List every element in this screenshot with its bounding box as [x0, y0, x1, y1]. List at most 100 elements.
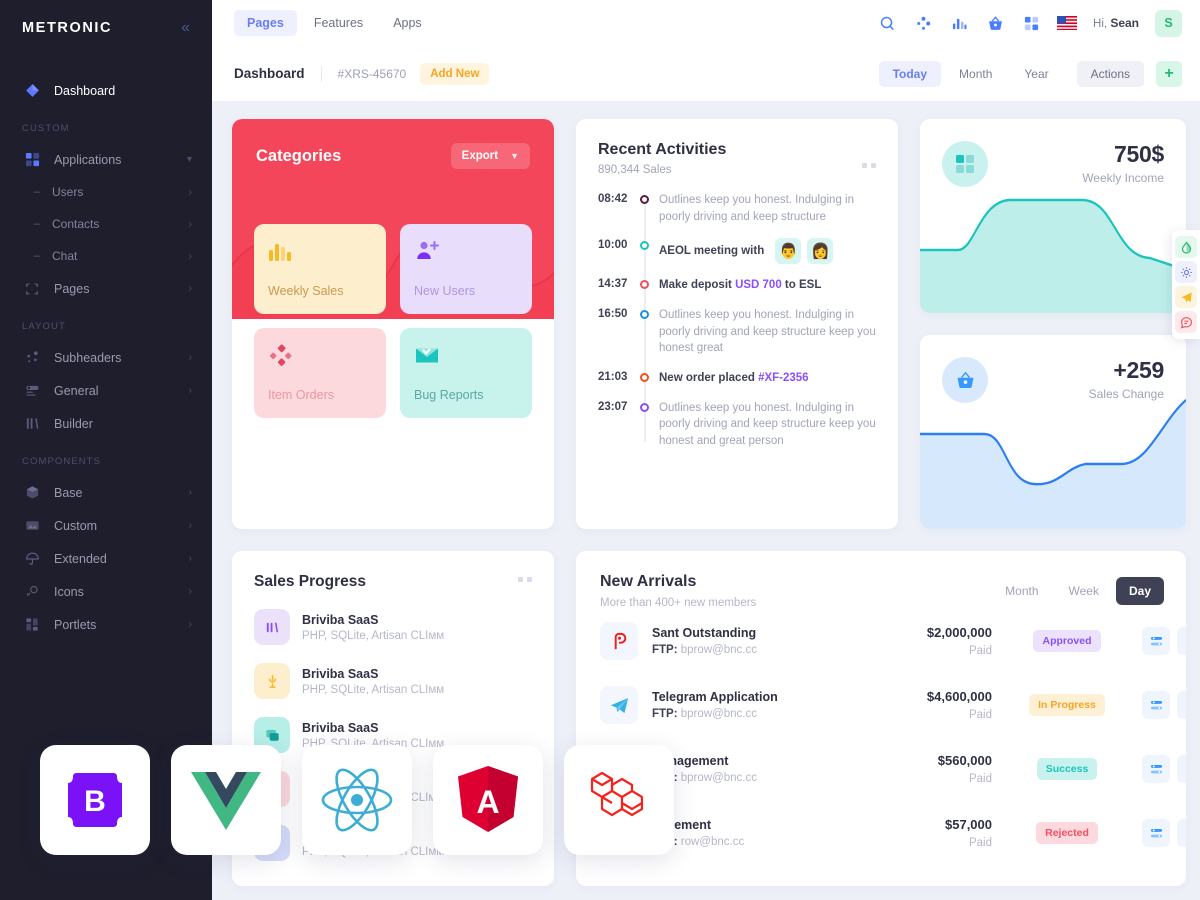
- sidebar-section-components: COMPONENTS: [22, 456, 102, 467]
- send-icon[interactable]: [1175, 286, 1197, 308]
- range-month[interactable]: Month: [945, 61, 1006, 87]
- settings-sliders-icon[interactable]: [1142, 755, 1170, 783]
- settings-sliders-icon[interactable]: [1142, 819, 1170, 847]
- avatar[interactable]: S: [1155, 9, 1182, 37]
- vue-logo[interactable]: [171, 745, 281, 855]
- brand-name: METRONIC: [22, 20, 113, 36]
- timeline-dot-icon: [634, 370, 655, 387]
- sidebar-section-custom: CUSTOM: [22, 123, 70, 134]
- row-email: FTP: bprow@bnc.cc: [652, 772, 842, 784]
- basket-icon[interactable]: [985, 13, 1005, 33]
- range-week[interactable]: Week: [1056, 577, 1112, 605]
- actions-button[interactable]: Actions: [1076, 60, 1144, 87]
- sidebar-item-label: Dashboard: [54, 83, 116, 98]
- sidebar-item-base[interactable]: Base ›: [0, 476, 212, 509]
- category-tile-item-orders[interactable]: Item Orders: [254, 328, 386, 418]
- sidebar-item-users[interactable]: – Users ›: [0, 176, 212, 208]
- angular-logo[interactable]: A: [433, 745, 543, 855]
- dash-icon: –: [34, 186, 41, 198]
- add-new-button[interactable]: Add New: [420, 62, 490, 85]
- theme-drop-icon[interactable]: [1175, 236, 1197, 258]
- amount-value: $4,600,000: [926, 689, 992, 704]
- avatar-woman[interactable]: 👩: [807, 238, 834, 265]
- edit-pencil-icon[interactable]: [1177, 819, 1186, 847]
- list-item[interactable]: Briviba SaaS PHP, SQLite, Artisan CLIмм: [254, 609, 532, 645]
- category-tile-new-users[interactable]: New Users: [400, 224, 532, 314]
- bars-icon: [254, 609, 290, 645]
- sidebar-item-pages[interactable]: Pages ›: [0, 272, 212, 305]
- sidebar-item-contacts[interactable]: – Contacts ›: [0, 208, 212, 240]
- settings-sliders-icon[interactable]: [1142, 627, 1170, 655]
- list-item[interactable]: Briviba SaaS PHP, SQLite, Artisan CLIмм: [254, 663, 532, 699]
- category-tile-bug-reports[interactable]: Bug Reports: [400, 328, 532, 418]
- sidebar-item-label: Applications: [54, 152, 122, 167]
- range-today[interactable]: Today: [878, 60, 942, 87]
- tab-features[interactable]: Features: [301, 10, 376, 36]
- row-name-cell: Telegram Application FTP: bprow@bnc.cc: [652, 690, 842, 720]
- plus-icon[interactable]: +: [1156, 60, 1182, 87]
- email-value: bprow@bnc.cc: [680, 644, 757, 656]
- sidebar-item-subheaders[interactable]: Subheaders ›: [0, 341, 212, 374]
- sidebar-item-extended[interactable]: Extended ›: [0, 542, 212, 575]
- greeting-text: Hi, Sean: [1093, 16, 1139, 30]
- card-menu-icon[interactable]: [518, 577, 532, 582]
- sidebar-item-label: Custom: [54, 518, 98, 533]
- table-row: Sant Outstanding FTP: bprow@bnc.cc $2,00…: [600, 609, 1186, 673]
- list-item-title: Briviba SaaS: [302, 612, 379, 627]
- activity-label: New order placed: [659, 372, 759, 385]
- bar-chart-icon[interactable]: [949, 13, 969, 33]
- chat-bubble-icon[interactable]: [1175, 311, 1197, 333]
- range-year[interactable]: Year: [1010, 61, 1062, 87]
- status-badge: In Progress: [1029, 694, 1105, 716]
- sidebar-item-custom[interactable]: Custom ›: [0, 509, 212, 542]
- gear-icon[interactable]: [1175, 261, 1197, 283]
- user-name: Sean: [1110, 16, 1139, 30]
- ticket-id: #XRS-45670: [337, 66, 407, 81]
- activity-item: 16:50 Outlines keep you honest. Indulgin…: [598, 307, 876, 357]
- sidebar-item-icons[interactable]: Icons ›: [0, 575, 212, 608]
- activity-highlight[interactable]: USD 700: [735, 279, 782, 291]
- row-name-cell: Management FTP: bprow@bnc.cc: [652, 754, 842, 784]
- amount-status: Paid: [968, 645, 992, 657]
- user-plus-icon: [414, 240, 518, 267]
- search-icon[interactable]: [877, 13, 897, 33]
- sidebar-item-label: Portlets: [54, 617, 97, 632]
- row-status-cell: Success: [992, 758, 1142, 780]
- card-menu-icon[interactable]: [862, 163, 876, 168]
- edit-pencil-icon[interactable]: [1177, 627, 1186, 655]
- edit-pencil-icon[interactable]: [1177, 691, 1186, 719]
- range-day[interactable]: Day: [1115, 577, 1164, 605]
- react-logo[interactable]: [302, 745, 412, 855]
- range-month[interactable]: Month: [992, 577, 1051, 605]
- sidebar-item-portlets[interactable]: Portlets ›: [0, 608, 212, 641]
- activity-highlight[interactable]: #XF-2356: [758, 372, 809, 384]
- category-tile-weekly-sales[interactable]: Weekly Sales: [254, 224, 386, 314]
- export-button[interactable]: Export ▼: [450, 143, 530, 169]
- email-value: bprow@bnc.cc: [680, 708, 757, 720]
- sidebar-item-chat[interactable]: – Chat ›: [0, 240, 212, 272]
- grid-apps-icon[interactable]: [1021, 13, 1041, 33]
- sidebar-item-general[interactable]: General ›: [0, 374, 212, 407]
- quick-tools-panel: [1172, 230, 1200, 339]
- status-badge: Success: [1036, 758, 1098, 780]
- layout-icon: [22, 615, 42, 635]
- laravel-logo[interactable]: [564, 745, 674, 855]
- avatar-man[interactable]: 👨: [775, 238, 802, 265]
- flag-us-icon[interactable]: [1057, 13, 1078, 33]
- tab-pages[interactable]: Pages: [234, 10, 297, 36]
- sidebar-item-builder[interactable]: Builder: [0, 407, 212, 440]
- settings-sliders-icon[interactable]: [1142, 691, 1170, 719]
- stat-header: +259 Sales Change: [920, 335, 1186, 403]
- edit-pencil-icon[interactable]: [1177, 755, 1186, 783]
- sidebar-item-applications[interactable]: Applications ▾: [0, 143, 212, 176]
- sidebar-item-dashboard[interactable]: Dashboard: [0, 74, 212, 107]
- activity-item: 14:37 Make deposit USD 700 to ESL: [598, 277, 876, 294]
- scatter-icon[interactable]: [913, 13, 933, 33]
- sidebar-nav: Dashboard CUSTOM Applications ▾ – Users …: [0, 56, 212, 641]
- chevrons-left-icon[interactable]: «: [181, 20, 190, 36]
- row-title: Sant Outstanding: [652, 626, 757, 640]
- bootstrap-logo[interactable]: B: [40, 745, 150, 855]
- list-item-title: Briviba SaaS: [302, 666, 379, 681]
- tab-apps[interactable]: Apps: [380, 10, 435, 36]
- list-item-content: Briviba SaaS PHP, SQLite, Artisan CLIмм: [302, 613, 444, 642]
